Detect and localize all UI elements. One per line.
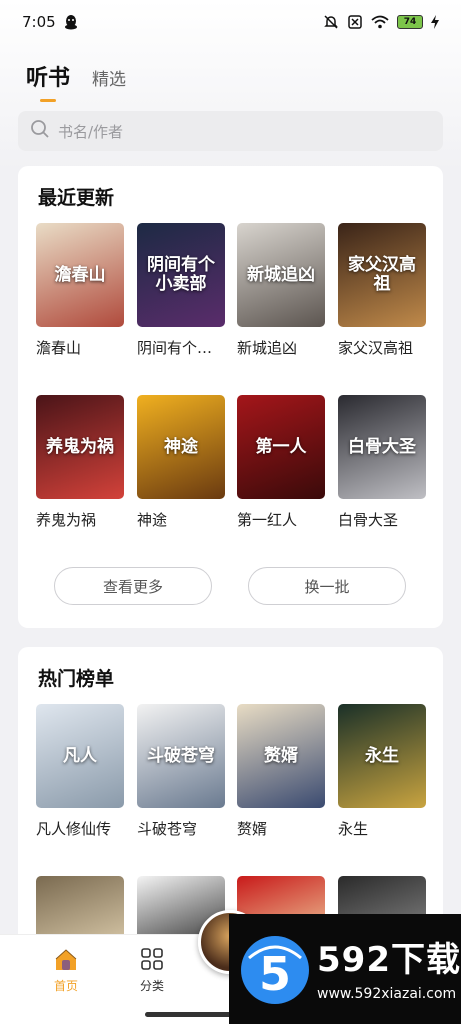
nav-category-label: 分类 [139,979,164,993]
qq-icon [64,14,78,30]
book-cover[interactable]: 神途 [137,395,225,499]
book-cover-title: 赘婿 [264,745,298,766]
book-cover[interactable]: 澹春山 [36,223,124,327]
recent-book[interactable]: 神途 神途 [137,395,225,530]
hot-list-card: 热门榜单 凡人 凡人修仙传 斗破苍穹 斗破苍穹 赘婿 赘婿 永生 永生 [18,647,443,947]
book-cover[interactable]: 白骨大圣 [338,395,426,499]
status-time: 7:05 [22,13,56,31]
book-title: 凡人修仙传 [36,820,112,838]
recent-book[interactable]: 阴间有个小卖部阴间有个… [137,223,225,358]
watermark-title: 592下载 [317,940,461,980]
nav-home[interactable]: 首页 [41,947,91,994]
watermark-url: www.592xiazai.com [317,986,457,1002]
recent-updates-card: 最近更新 澹春山 澹春山 阴间有个小卖部 阴间有个… 新城追凶 新城追凶 家父汉高祖 家父汉高… [18,166,443,628]
book-cover[interactable]: 新城追凶 [237,223,325,327]
book-title: 神途 [137,511,168,529]
hot-book[interactable]: 赘婿 赘婿 [237,704,325,839]
book-cover[interactable]: 第一人 [237,395,325,499]
book-cover[interactable]: 斗破苍穹 [137,704,225,808]
book-cover[interactable]: 家父汉高祖 [338,223,426,327]
book-title: 斗破苍穹 [137,820,198,838]
hot-section-title: 热门榜单 [38,668,115,690]
recent-book[interactable]: 养鬼为祸 养鬼为祸 [36,395,124,530]
search-placeholder: 书名/作者 [58,122,124,141]
book-cover[interactable]: 养鬼为祸 [36,395,124,499]
hot-book[interactable]: 斗破苍穹 斗破苍穹 [137,704,225,839]
book-cover-title: 斗破苍穹 [147,745,215,766]
book-cover[interactable]: 阴间有个小卖部 [137,223,225,327]
book-title: 新城追凶 [237,339,298,357]
mute-bell-icon [323,14,339,30]
book-title: 白骨大圣 [338,511,399,529]
book-title: 阴间有个… [137,339,213,357]
book-cover-title: 凡人 [63,745,97,766]
tab-featured[interactable]: 精选 [92,65,126,100]
top-tabs: 听书 精选 [26,60,126,100]
book-cover-title: 神途 [164,436,198,457]
home-icon [41,947,91,973]
nav-home-label: 首页 [53,979,78,993]
recent-book[interactable]: 白骨大圣 白骨大圣 [338,395,426,530]
recent-book[interactable]: 澹春山 澹春山 [36,223,124,358]
hot-book[interactable]: 永生 永生 [338,704,426,839]
book-cover[interactable]: 永生 [338,704,426,808]
book-title: 澹春山 [36,339,82,357]
recent-book[interactable]: 家父汉高祖 家父汉高祖 [338,223,426,358]
book-cover-title: 家父汉高祖 [348,255,416,294]
book-cover-title: 澹春山 [54,264,106,285]
book-cover-title: 永生 [365,745,399,766]
watermark-overlay: 5 592下载 www.592xiazai.com [229,914,461,1024]
status-bar: 7:05 74 [0,0,461,44]
book-title: 永生 [338,820,369,838]
search-input[interactable]: 书名/作者 [18,111,443,151]
tab-audiobook[interactable]: 听书 [26,60,70,100]
svg-text:5: 5 [259,947,291,1001]
charging-icon [431,15,439,29]
book-cover-title: 阴间有个小卖部 [147,255,215,294]
book-title: 赘婿 [237,820,268,838]
book-cover-title: 第一人 [255,436,307,457]
wifi-icon [371,15,389,29]
book-title: 养鬼为祸 [36,511,97,529]
recent-section-title: 最近更新 [38,187,115,209]
book-cover[interactable]: 赘婿 [237,704,325,808]
search-icon [30,119,50,143]
book-cover-title: 新城追凶 [247,264,315,285]
view-more-button[interactable]: 查看更多 [54,567,212,605]
category-grid-icon [127,947,177,973]
book-title: 家父汉高祖 [338,339,414,357]
book-cover-title: 养鬼为祸 [46,436,114,457]
book-cover[interactable]: 凡人 [36,704,124,808]
refresh-batch-button[interactable]: 换一批 [248,567,406,605]
book-cover-title: 白骨大圣 [348,436,416,457]
recent-book[interactable]: 第一人第一红人 [237,395,325,530]
watermark-logo: 5 [237,928,313,1016]
battery-indicator: 74 [397,15,423,29]
recent-book[interactable]: 新城追凶 新城追凶 [237,223,325,358]
no-sim-icon [347,14,363,30]
book-title: 第一红人 [237,511,298,529]
nav-category[interactable]: 分类 [127,947,177,994]
hot-book[interactable]: 凡人凡人修仙传 [36,704,124,839]
